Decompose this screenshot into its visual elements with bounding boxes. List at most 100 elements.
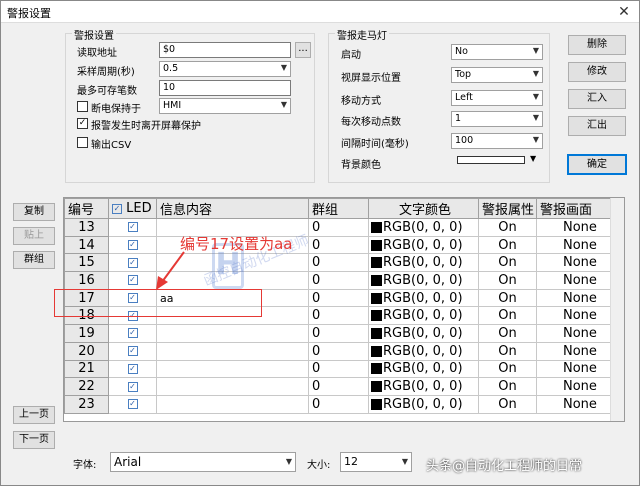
text-color-cell[interactable]: RGB(0, 0, 0) [368, 218, 479, 237]
interval-select[interactable]: 100 ▼ [451, 133, 543, 149]
led-cell[interactable]: ✓ [108, 359, 157, 379]
group-cell[interactable]: 0 [308, 394, 369, 414]
group-cell[interactable]: 0 [308, 253, 369, 273]
text-color-cell[interactable]: RGB(0, 0, 0) [368, 341, 479, 361]
alarm-attr-cell[interactable]: On [478, 359, 537, 379]
row-number[interactable]: 21 [64, 359, 109, 379]
message-cell[interactable] [156, 324, 309, 343]
close-icon[interactable]: ✕ [613, 3, 635, 21]
table-row[interactable]: 15 ✓ 0 RGB(0, 0, 0) On None [64, 253, 624, 273]
delete-button[interactable]: 删除 [568, 35, 626, 55]
browse-address-button[interactable]: ... [295, 42, 311, 58]
retain-select[interactable]: HMI ▼ [159, 98, 291, 114]
row-number[interactable]: 14 [64, 235, 109, 255]
checkbox-icon[interactable]: ✓ [127, 257, 138, 268]
checkbox-icon[interactable]: ✓ [127, 240, 138, 251]
leave-saver-checkbox[interactable]: ✓ [77, 118, 88, 129]
alarm-attr-cell[interactable]: On [478, 341, 537, 361]
row-number[interactable]: 13 [64, 218, 109, 237]
chevron-down-icon[interactable]: ▼ [530, 154, 536, 163]
message-cell[interactable] [156, 377, 309, 396]
table-row[interactable]: 22 ✓ 0 RGB(0, 0, 0) On None [64, 377, 624, 396]
read-address-field[interactable]: $0 [159, 42, 291, 58]
group-cell[interactable]: 0 [308, 235, 369, 255]
sample-period-select[interactable]: 0.5 ▼ [159, 61, 291, 77]
retain-checkbox[interactable] [77, 101, 88, 112]
points-select[interactable]: 1 ▼ [451, 111, 543, 127]
text-color-cell[interactable]: RGB(0, 0, 0) [368, 324, 479, 343]
alarm-attr-cell[interactable]: On [478, 394, 537, 414]
table-row[interactable]: 14 ✓ 0 RGB(0, 0, 0) On None [64, 235, 624, 255]
prev-page-button[interactable]: 上一页 [13, 406, 55, 424]
alarm-attr-cell[interactable]: On [478, 253, 537, 273]
paste-button[interactable]: 贴上 [13, 227, 55, 245]
alarm-attr-cell[interactable]: On [478, 218, 537, 237]
text-color-cell[interactable]: RGB(0, 0, 0) [368, 288, 479, 308]
text-color-cell[interactable]: RGB(0, 0, 0) [368, 235, 479, 255]
size-select[interactable]: 12 ▼ [340, 452, 412, 472]
table-row[interactable]: 13 ✓ 0 RGB(0, 0, 0) On None [64, 218, 624, 237]
move-select[interactable]: Left ▼ [451, 90, 543, 106]
message-cell[interactable] [156, 341, 309, 361]
message-cell[interactable] [156, 359, 309, 379]
row-number[interactable]: 22 [64, 377, 109, 396]
ok-button[interactable]: 确定 [567, 154, 627, 175]
led-cell[interactable]: ✓ [108, 377, 157, 396]
export-button[interactable]: 汇出 [568, 116, 626, 136]
copy-button[interactable]: 复制 [13, 203, 55, 221]
modify-button[interactable]: 修改 [568, 62, 626, 82]
column-header-led[interactable]: ✓ LED [108, 198, 157, 219]
alarm-attr-cell[interactable]: On [478, 377, 537, 396]
row-number[interactable]: 23 [64, 394, 109, 414]
vertical-scrollbar[interactable] [610, 198, 624, 421]
row-number[interactable]: 16 [64, 271, 109, 290]
text-color-cell[interactable]: RGB(0, 0, 0) [368, 253, 479, 273]
import-button[interactable]: 汇入 [568, 89, 626, 109]
row-number[interactable]: 19 [64, 324, 109, 343]
table-row[interactable]: 16 ✓ 0 RGB(0, 0, 0) On None [64, 271, 624, 290]
alarm-attr-cell[interactable]: On [478, 288, 537, 308]
position-select[interactable]: Top ▼ [451, 67, 543, 83]
message-cell[interactable] [156, 394, 309, 414]
text-color-cell[interactable]: RGB(0, 0, 0) [368, 306, 479, 326]
alarm-attr-cell[interactable]: On [478, 324, 537, 343]
checkbox-icon[interactable]: ✓ [112, 203, 122, 214]
led-cell[interactable]: ✓ [108, 218, 157, 237]
group-button[interactable]: 群组 [13, 251, 55, 269]
group-cell[interactable]: 0 [308, 377, 369, 396]
table-row[interactable]: 21 ✓ 0 RGB(0, 0, 0) On None [64, 359, 624, 379]
column-header-alarm-attr[interactable]: 警报属性 [478, 198, 537, 219]
row-number[interactable]: 15 [64, 253, 109, 273]
text-color-cell[interactable]: RGB(0, 0, 0) [368, 377, 479, 396]
checkbox-icon[interactable]: ✓ [127, 381, 138, 392]
group-cell[interactable]: 0 [308, 359, 369, 379]
bg-color-picker[interactable] [457, 156, 525, 164]
led-cell[interactable]: ✓ [108, 341, 157, 361]
table-row[interactable]: 19 ✓ 0 RGB(0, 0, 0) On None [64, 324, 624, 343]
row-number[interactable]: 20 [64, 341, 109, 361]
checkbox-icon[interactable]: ✓ [127, 328, 138, 339]
checkbox-icon[interactable]: ✓ [127, 346, 138, 357]
group-cell[interactable]: 0 [308, 306, 369, 326]
checkbox-icon[interactable]: ✓ [127, 399, 138, 410]
column-header-group[interactable]: 群组 [308, 198, 369, 219]
group-cell[interactable]: 0 [308, 218, 369, 237]
text-color-cell[interactable]: RGB(0, 0, 0) [368, 271, 479, 290]
group-cell[interactable]: 0 [308, 324, 369, 343]
checkbox-icon[interactable]: ✓ [127, 222, 138, 233]
font-select[interactable]: Arial ▼ [110, 452, 296, 472]
start-select[interactable]: No ▼ [451, 44, 543, 60]
group-cell[interactable]: 0 [308, 288, 369, 308]
column-header-num[interactable]: 编号 [64, 198, 109, 219]
checkbox-icon[interactable]: ✓ [127, 275, 138, 286]
max-records-field[interactable]: 10 [159, 80, 291, 96]
group-cell[interactable]: 0 [308, 341, 369, 361]
alarm-attr-cell[interactable]: On [478, 271, 537, 290]
led-cell[interactable]: ✓ [108, 394, 157, 414]
led-cell[interactable]: ✓ [108, 324, 157, 343]
column-header-text-color[interactable]: 文字颜色 [368, 198, 479, 219]
text-color-cell[interactable]: RGB(0, 0, 0) [368, 359, 479, 379]
table-row[interactable]: 20 ✓ 0 RGB(0, 0, 0) On None [64, 341, 624, 361]
text-color-cell[interactable]: RGB(0, 0, 0) [368, 394, 479, 414]
csv-checkbox[interactable] [77, 137, 88, 148]
